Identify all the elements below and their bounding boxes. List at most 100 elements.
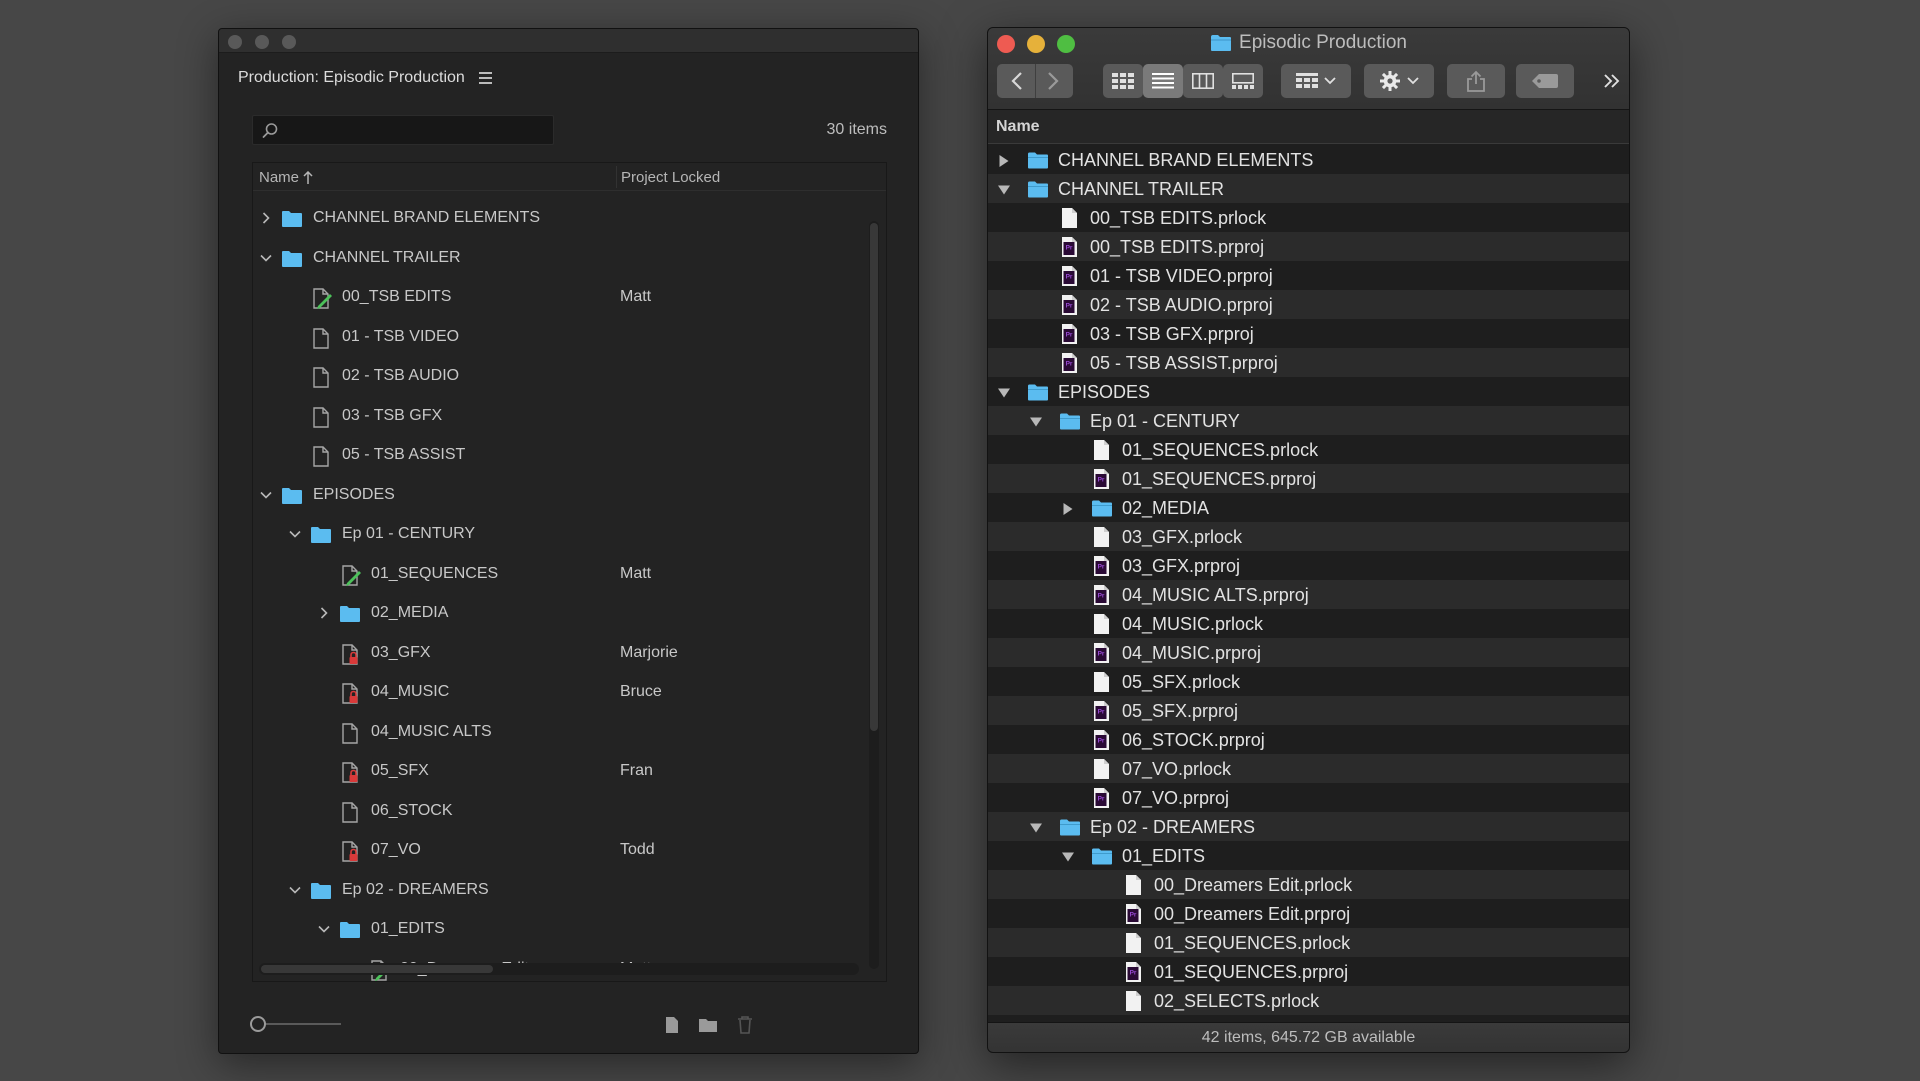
finder-row[interactable]: Pr 03_GFX.prproj (988, 551, 1629, 580)
scroll-thumb[interactable] (261, 965, 493, 973)
chevron-down-icon[interactable] (317, 922, 331, 936)
chevron-down-icon[interactable] (259, 251, 273, 265)
finder-row[interactable]: Ep 01 - CENTURY (988, 406, 1629, 435)
tag-icon (1532, 74, 1558, 88)
finder-row[interactable]: 01_EDITS (988, 841, 1629, 870)
finder-row[interactable]: Pr 05_SFX.prproj (988, 696, 1629, 725)
disclosure-down-icon[interactable] (1030, 415, 1042, 427)
finder-row[interactable]: 03_GFX.prlock (988, 522, 1629, 551)
finder-row[interactable]: 01_SEQUENCES.prlock (988, 928, 1629, 957)
minimize-dot[interactable] (255, 35, 269, 49)
disclosure-right-icon[interactable] (998, 154, 1010, 167)
finder-row[interactable]: Pr 01_SEQUENCES.prproj (988, 464, 1629, 493)
new-project-icon[interactable] (662, 1015, 682, 1035)
finder-row[interactable]: 00_TSB EDITS.prlock (988, 203, 1629, 232)
search-input[interactable] (285, 119, 545, 141)
disclosure-down-icon[interactable] (1062, 850, 1074, 862)
finder-row[interactable]: Pr 02 - TSB AUDIO.prproj (988, 290, 1629, 319)
finder-row[interactable]: Pr 00_TSB EDITS.prproj (988, 232, 1629, 261)
production-row[interactable]: 02 - TSB AUDIO (253, 357, 863, 397)
finder-row[interactable]: Pr 00_Dreamers Edit.prproj (988, 899, 1629, 928)
search-field[interactable] (252, 115, 554, 145)
column-view-button[interactable] (1183, 64, 1223, 98)
finder-row[interactable]: CHANNEL TRAILER (988, 174, 1629, 203)
row-locked-by: Matt (620, 288, 652, 305)
finder-row[interactable]: 04_MUSIC.prlock (988, 609, 1629, 638)
action-button[interactable] (1364, 64, 1434, 98)
panel-menu-icon[interactable] (478, 72, 492, 84)
vertical-scrollbar[interactable] (869, 221, 879, 969)
production-row[interactable]: 01_SEQUENCES Matt (253, 555, 863, 595)
close-dot[interactable] (228, 35, 242, 49)
tags-button[interactable] (1516, 64, 1574, 98)
finder-row[interactable]: 07_VO.prlock (988, 754, 1629, 783)
production-row[interactable]: 03 - TSB GFX (253, 397, 863, 437)
svg-text:Pr: Pr (1098, 651, 1105, 658)
finder-row[interactable]: Pr 05 - TSB ASSIST.prproj (988, 348, 1629, 377)
share-button[interactable] (1447, 64, 1505, 98)
finder-row[interactable]: Pr 06_STOCK.prproj (988, 725, 1629, 754)
finder-row[interactable]: Pr 03 - TSB GFX.prproj (988, 319, 1629, 348)
production-row[interactable]: 05 - TSB ASSIST (253, 436, 863, 476)
finder-row[interactable]: 01_SEQUENCES.prlock (988, 435, 1629, 464)
production-row[interactable]: 01_EDITS (253, 910, 863, 950)
row-name: 02 - TSB AUDIO (342, 367, 460, 384)
chevron-right-icon[interactable] (1035, 64, 1071, 98)
group-icon (1296, 73, 1318, 88)
finder-row[interactable]: Ep 02 - DREAMERS (988, 812, 1629, 841)
trash-icon[interactable] (735, 1015, 755, 1035)
column-header-project-locked[interactable]: Project Locked (621, 169, 720, 186)
chevron-down-icon[interactable] (288, 883, 302, 897)
group-by-button[interactable] (1281, 64, 1351, 98)
finder-row-name: 04_MUSIC ALTS.prproj (1122, 585, 1309, 605)
disclosure-down-icon[interactable] (998, 183, 1010, 195)
list-view-button[interactable] (1143, 64, 1183, 98)
production-row[interactable]: 07_VO Todd (253, 831, 863, 871)
finder-row[interactable]: EPISODES (988, 377, 1629, 406)
finder-row[interactable]: 02_MEDIA (988, 493, 1629, 522)
column-header-name[interactable]: Name (988, 110, 1629, 144)
overflow-chevrons-icon[interactable] (1602, 72, 1622, 90)
horizontal-scrollbar[interactable] (259, 963, 859, 975)
production-row[interactable]: Ep 02 - DREAMERS (253, 871, 863, 911)
finder-row[interactable]: Pr 07_VO.prproj (988, 783, 1629, 812)
chevron-right-icon[interactable] (317, 606, 331, 620)
production-row[interactable]: 06_STOCK (253, 792, 863, 832)
svg-text:Pr: Pr (1098, 593, 1105, 600)
production-row[interactable]: Ep 01 - CENTURY (253, 515, 863, 555)
chevron-left-icon[interactable] (999, 64, 1035, 98)
finder-row[interactable]: CHANNEL BRAND ELEMENTS (988, 145, 1629, 174)
production-row[interactable]: 05_SFX Fran (253, 752, 863, 792)
production-row[interactable]: CHANNEL TRAILER (253, 239, 863, 279)
column-header-name[interactable]: Name (259, 169, 314, 186)
production-row[interactable]: 04_MUSIC ALTS (253, 713, 863, 753)
finder-row[interactable]: Pr 04_MUSIC ALTS.prproj (988, 580, 1629, 609)
zoom-slider-knob[interactable] (250, 1016, 266, 1032)
new-folder-icon[interactable] (698, 1015, 718, 1035)
finder-row[interactable]: 05_SFX.prlock (988, 667, 1629, 696)
finder-row[interactable]: 00_Dreamers Edit.prlock (988, 870, 1629, 899)
production-row[interactable]: 01 - TSB VIDEO (253, 318, 863, 358)
chevron-right-icon[interactable] (259, 211, 273, 225)
production-row[interactable]: 02_MEDIA (253, 594, 863, 634)
production-row[interactable]: EPISODES (253, 476, 863, 516)
finder-row[interactable]: Pr 04_MUSIC.prproj (988, 638, 1629, 667)
finder-row[interactable]: Pr 01_SEQUENCES.prproj (988, 957, 1629, 986)
disclosure-down-icon[interactable] (1030, 821, 1042, 833)
scroll-thumb[interactable] (870, 223, 878, 731)
gallery-view-button[interactable] (1223, 64, 1263, 98)
zoom-dot[interactable] (282, 35, 296, 49)
production-row[interactable]: CHANNEL BRAND ELEMENTS (253, 199, 863, 239)
chevron-down-icon[interactable] (288, 527, 302, 541)
icon-view-button[interactable] (1103, 64, 1143, 98)
production-row[interactable]: 03_GFX Marjorie (253, 634, 863, 674)
disclosure-right-icon[interactable] (1062, 502, 1074, 515)
column-divider[interactable] (616, 166, 617, 188)
chevron-down-icon[interactable] (259, 488, 273, 502)
finder-row[interactable]: 02_SELECTS.prlock (988, 986, 1629, 1015)
production-row[interactable]: 04_MUSIC Bruce (253, 673, 863, 713)
finder-row[interactable]: Pr 01 - TSB VIDEO.prproj (988, 261, 1629, 290)
zoom-slider-track[interactable] (255, 1023, 341, 1025)
production-row[interactable]: 00_TSB EDITS Matt (253, 278, 863, 318)
disclosure-down-icon[interactable] (998, 386, 1010, 398)
